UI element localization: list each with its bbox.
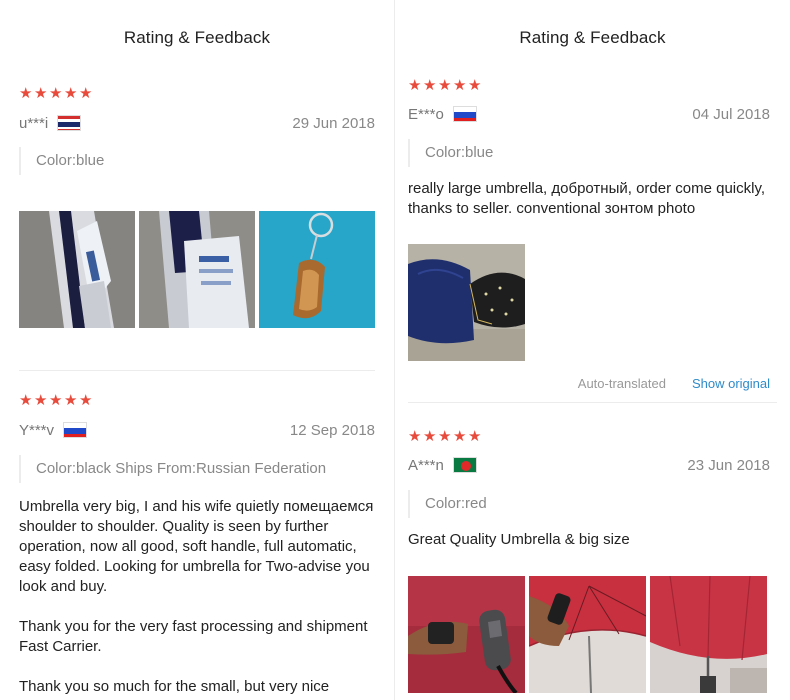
review-photos — [408, 576, 770, 693]
review-item: ★ ★ ★ ★ ★ E***o 04 Jul 2018 Color:blue r… — [395, 76, 790, 402]
left-feedback-panel: Rating & Feedback ★ ★ ★ ★ ★ u***i 29 Jun… — [0, 0, 394, 700]
star-icon: ★ — [34, 392, 48, 409]
review-item: ★ ★ ★ ★ ★ A***n 23 Jun 2018 Color:red Gr… — [395, 403, 790, 693]
star-rating: ★ ★ ★ ★ ★ — [19, 393, 375, 409]
review-item: ★ ★ ★ ★ ★ Y***v 12 Sep 2018 Color:black … — [0, 371, 394, 700]
review-date: 12 Sep 2018 — [289, 421, 375, 439]
review-text: Great Quality Umbrella & big size — [408, 531, 630, 548]
star-icon: ★ — [468, 428, 482, 445]
star-icon: ★ — [408, 77, 422, 94]
star-icon: ★ — [49, 392, 63, 409]
red-umbrella-open-photo[interactable] — [650, 576, 767, 693]
star-rating: ★ ★ ★ ★ ★ — [408, 429, 770, 445]
panel-title: Rating & Feedback — [519, 28, 666, 47]
star-icon: ★ — [438, 428, 452, 445]
right-feedback-panel: Rating & Feedback ★ ★ ★ ★ ★ E***o 04 Jul… — [394, 0, 790, 700]
reviewer-name: Y***v — [19, 421, 55, 439]
star-icon: ★ — [408, 428, 422, 445]
star-icon: ★ — [423, 77, 437, 94]
star-icon: ★ — [468, 77, 482, 94]
umbrella-package-dark-photo[interactable] — [139, 211, 255, 328]
review-text: Umbrella very big, I and his wife quietl… — [19, 497, 375, 700]
star-icon: ★ — [79, 392, 93, 409]
red-umbrella-arm-photo[interactable] — [529, 576, 646, 693]
review-photos — [408, 244, 770, 361]
star-icon: ★ — [453, 428, 467, 445]
russia-flag-icon — [63, 422, 88, 438]
star-rating: ★ ★ ★ ★ ★ — [408, 78, 770, 94]
star-icon: ★ — [438, 77, 452, 94]
auto-translated-label: Auto-translated — [577, 375, 666, 391]
umbrella-in-package-photo[interactable] — [19, 211, 135, 328]
review-date: 23 Jun 2018 — [687, 456, 770, 474]
russia-flag-icon — [452, 106, 477, 122]
bangladesh-flag-icon — [452, 457, 477, 473]
star-icon: ★ — [453, 77, 467, 94]
thailand-flag-icon — [57, 115, 82, 131]
reviewer-name: E***o — [408, 105, 444, 123]
star-icon: ★ — [49, 85, 63, 102]
show-original-link[interactable]: Show original — [692, 376, 770, 391]
star-icon: ★ — [64, 85, 78, 102]
sku-info: Color:black Ships From:Russian Federatio… — [19, 455, 375, 483]
review-paragraph: Umbrella very big, I and his wife quietl… — [19, 498, 374, 595]
review-date: 29 Jun 2018 — [292, 114, 375, 132]
keychain-photo[interactable] — [259, 211, 375, 328]
star-icon: ★ — [423, 428, 437, 445]
review-item: ★ ★ ★ ★ ★ u***i 29 Jun 2018 Color:blue — [0, 76, 394, 370]
panel-title: Rating & Feedback — [123, 28, 271, 47]
sku-info: Color:red — [408, 490, 770, 518]
review-paragraph: Thank you for the very fast processing a… — [19, 618, 368, 655]
review-date: 04 Jul 2018 — [692, 105, 770, 123]
hand-holding-umbrella-photo[interactable] — [408, 576, 525, 693]
star-icon: ★ — [19, 85, 33, 102]
review-text: really large umbrella, добротный, order … — [408, 180, 766, 217]
star-rating: ★ ★ ★ ★ ★ — [19, 86, 375, 102]
review-paragraph: Thank you so much for the small, but ver… — [19, 678, 330, 700]
star-icon: ★ — [34, 85, 48, 102]
open-umbrellas-photo[interactable] — [408, 244, 525, 361]
star-icon: ★ — [64, 392, 78, 409]
sku-info: Color:blue — [19, 147, 375, 175]
sku-info: Color:blue — [408, 139, 770, 167]
reviewer-name: A***n — [408, 456, 444, 474]
star-icon: ★ — [79, 85, 93, 102]
star-icon: ★ — [19, 392, 33, 409]
reviewer-name: u***i — [19, 114, 49, 132]
review-photos — [19, 211, 375, 370]
